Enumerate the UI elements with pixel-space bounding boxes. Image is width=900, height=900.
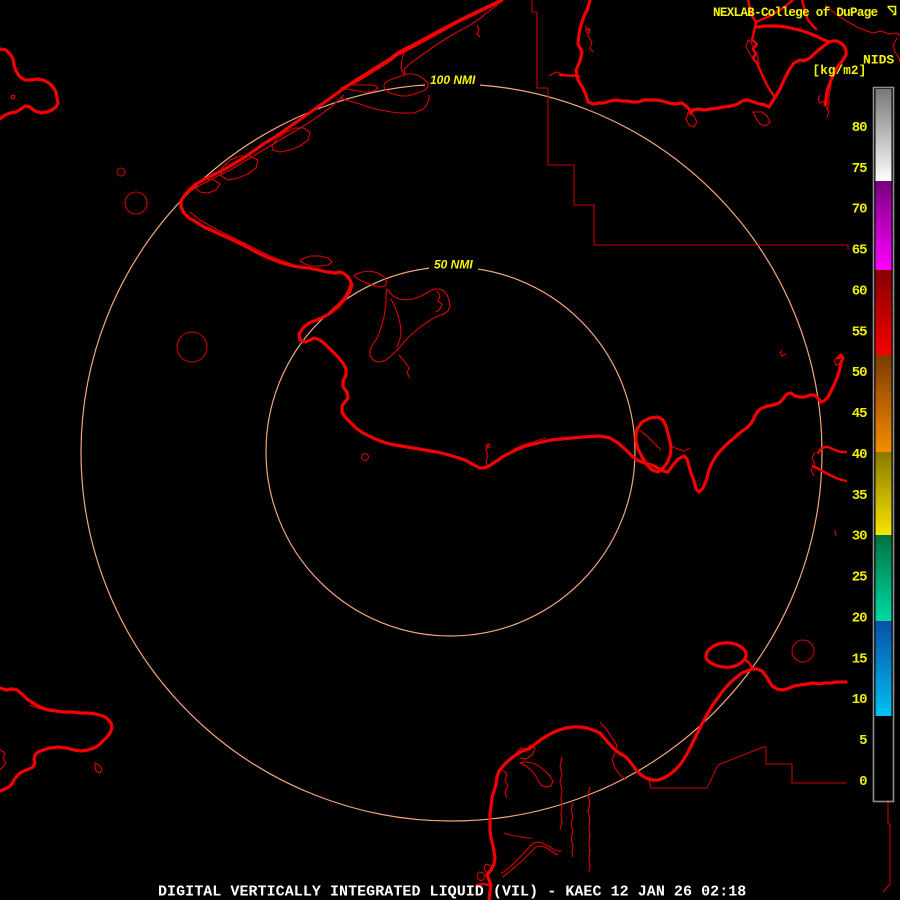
svg-text:20: 20 (852, 611, 867, 627)
svg-text:NEXLAB-College of DuPage: NEXLAB-College of DuPage (713, 6, 878, 20)
svg-text:45: 45 (852, 406, 867, 422)
svg-text:[kg/m2]: [kg/m2] (813, 64, 867, 78)
svg-text:100 NMI: 100 NMI (430, 73, 476, 87)
svg-text:35: 35 (852, 488, 867, 504)
svg-text:60: 60 (852, 284, 867, 300)
svg-text:25: 25 (852, 570, 867, 586)
svg-text:50 NMI: 50 NMI (434, 258, 473, 272)
svg-text:30: 30 (852, 529, 867, 545)
svg-text:75: 75 (852, 161, 867, 177)
svg-text:65: 65 (852, 243, 867, 259)
svg-text:0: 0 (859, 774, 867, 790)
svg-text:55: 55 (852, 324, 867, 340)
svg-text:DIGITAL VERTICALLY INTEGRATED: DIGITAL VERTICALLY INTEGRATED LIQUID (VI… (158, 884, 746, 900)
svg-text:80: 80 (852, 120, 867, 136)
svg-text:50: 50 (852, 365, 867, 381)
svg-text:70: 70 (852, 202, 867, 218)
svg-text:5: 5 (859, 733, 867, 749)
svg-text:15: 15 (852, 651, 867, 667)
svg-text:NIDS: NIDS (863, 53, 894, 68)
svg-text:10: 10 (852, 692, 867, 708)
svg-text:40: 40 (852, 447, 867, 463)
